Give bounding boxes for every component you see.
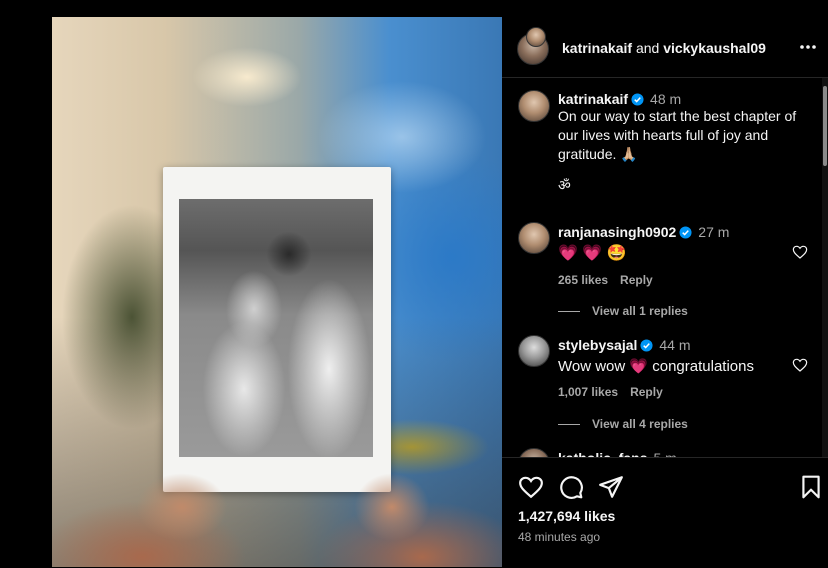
reply-button[interactable]: Reply	[630, 385, 663, 399]
view-replies-label: View all 1 replies	[592, 304, 688, 318]
caption-line-2: our lives with hearts full of joy and	[558, 127, 769, 143]
author-link-a[interactable]: katrinakaif	[562, 40, 632, 56]
share-icon[interactable]	[598, 474, 624, 500]
ceiling-light	[192, 47, 302, 107]
polaroid-print	[163, 167, 391, 492]
comment-item: stylebysajal 44 m Wow wow 💗 congratulatio…	[558, 337, 788, 399]
view-replies-button[interactable]: View all 4 replies	[558, 417, 688, 431]
heart-icon[interactable]	[792, 357, 808, 373]
comment-meta: 1,007 likes Reply	[558, 385, 788, 399]
comment-avatar[interactable]	[518, 335, 550, 367]
post-actions: 1,427,694 likes 48 minutes ago	[502, 457, 828, 568]
caption-username[interactable]: katrinakaif	[558, 91, 628, 107]
comment-time: 27 m	[698, 224, 730, 240]
post-photo[interactable]	[52, 17, 502, 567]
verified-icon	[679, 226, 692, 239]
likes-count[interactable]: 1,427,694 likes	[518, 508, 615, 524]
scrollbar-thumb[interactable]	[823, 86, 827, 166]
comment-username[interactable]: stylebysajal	[558, 337, 637, 353]
heart-icon[interactable]	[518, 474, 544, 500]
comment-icon[interactable]	[558, 474, 584, 500]
author-link-b[interactable]: vickykaushal09	[663, 40, 766, 56]
comment-likes[interactable]: 1,007 likes	[558, 385, 618, 399]
caption-line-1: On our way to start the best chapter of	[558, 108, 797, 124]
verified-icon	[631, 93, 644, 106]
reply-button[interactable]: Reply	[620, 273, 653, 287]
post-authors: katrinakaif and vickykaushal09	[562, 40, 766, 56]
view-replies-label: View all 4 replies	[592, 417, 688, 431]
post-header: katrinakaif and vickykaushal09	[502, 17, 828, 78]
view-replies-button[interactable]: View all 1 replies	[558, 304, 688, 318]
comment-text: 💗 💗 🤩	[558, 245, 627, 262]
author-joiner: and	[635, 40, 660, 56]
comment-avatar[interactable]	[518, 222, 550, 254]
holding-hand	[52, 447, 502, 567]
comment-item: ranjanasingh0902 27 m 💗 💗 🤩 265 likes Repl…	[558, 224, 788, 287]
comments-list[interactable]: katrinakaif 48 m On our way to start the …	[502, 78, 828, 457]
more-options-icon[interactable]	[798, 37, 818, 57]
comment-time: 5 m	[653, 450, 676, 457]
save-icon[interactable]	[798, 474, 824, 500]
comment-time: 44 m	[659, 337, 691, 353]
comment-likes[interactable]: 265 likes	[558, 273, 608, 287]
comments-scrollbar[interactable]	[822, 78, 828, 457]
comment-meta: 265 likes Reply	[558, 273, 788, 287]
caption-avatar[interactable]	[518, 90, 550, 122]
caption: katrinakaif 48 m On our way to start the …	[558, 91, 814, 195]
comment-username[interactable]: katholic_fans	[558, 450, 647, 457]
caption-line-3: gratitude. 🙏🏼	[558, 146, 638, 162]
polaroid-image	[179, 199, 373, 457]
comment-username[interactable]: ranjanasingh0902	[558, 224, 676, 240]
header-avatar-secondary[interactable]	[526, 27, 546, 47]
heart-icon[interactable]	[792, 244, 808, 260]
replies-divider	[558, 424, 580, 426]
replies-divider	[558, 311, 580, 313]
post-details-panel: katrinakaif and vickykaushal09 katrinaka…	[502, 17, 828, 567]
caption-time: 48 m	[650, 91, 682, 107]
comment-text: Wow wow 💗 congratulations	[558, 358, 754, 375]
post-timestamp[interactable]: 48 minutes ago	[518, 530, 600, 544]
comment-item: katholic_fans 5 m	[558, 450, 788, 457]
caption-line-4: ॐ	[558, 177, 571, 193]
verified-icon	[640, 339, 653, 352]
comment-avatar[interactable]	[518, 448, 550, 457]
